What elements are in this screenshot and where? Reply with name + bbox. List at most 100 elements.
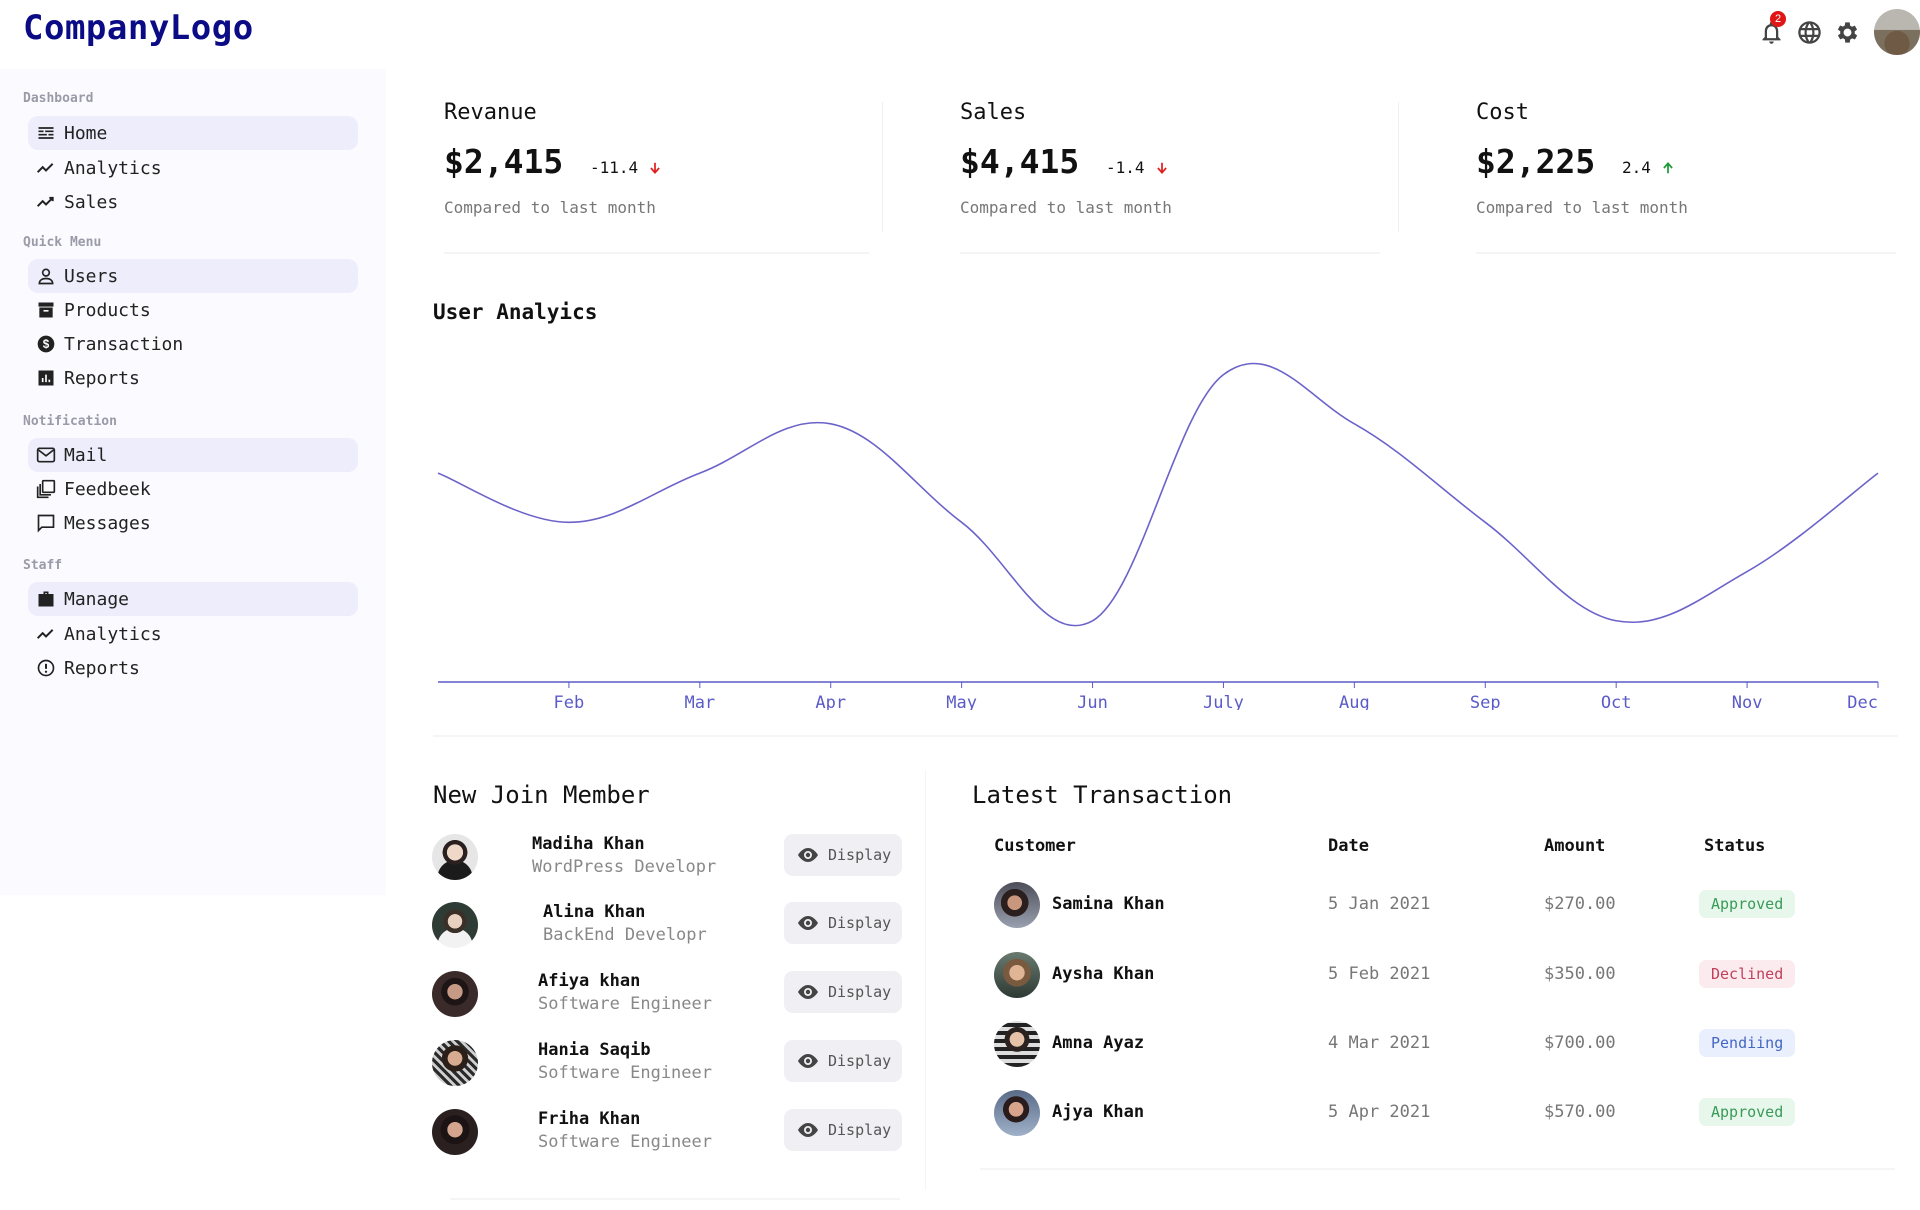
x-axis-tick-label: Oct	[1601, 693, 1632, 710]
language-button[interactable]	[1790, 13, 1828, 51]
briefcase-icon	[38, 591, 54, 607]
member-item: Madiha Khan WordPress Developr Display	[432, 832, 902, 886]
x-axis-tick-label: Feb	[554, 693, 585, 710]
card-shadow	[960, 252, 1380, 254]
metric-change-value: -11.4	[590, 158, 639, 177]
customer-name: Amna Ayaz	[1052, 1033, 1145, 1053]
member-name: Friha Khan	[538, 1109, 641, 1129]
display-button[interactable]: Display	[784, 1109, 902, 1151]
column-header-date: Date	[1328, 836, 1369, 856]
sidebar-item-label: Mail	[64, 444, 108, 466]
transaction-amount: $270.00	[1544, 894, 1616, 914]
table-row: Amna Ayaz 4 Mar 2021 $700.00 Pendiing	[994, 1021, 1796, 1077]
display-button[interactable]: Display	[784, 834, 902, 876]
sidebar-item-feedbeek[interactable]: Feedbeek	[28, 472, 358, 506]
metric-change: -1.4	[1106, 158, 1169, 177]
sidebar-item-transaction[interactable]: $ Transaction	[28, 327, 358, 361]
home-icon	[38, 127, 54, 139]
member-item: Afiya khan Software Engineer Display	[432, 969, 902, 1023]
transaction-amount: $350.00	[1544, 964, 1616, 984]
member-avatar	[432, 902, 478, 948]
notification-button[interactable]: 2	[1752, 11, 1790, 51]
metric-compare: Compared to last month	[960, 198, 1172, 217]
x-axis-tick-label: Nov	[1732, 693, 1763, 710]
member-name: Afiya khan	[538, 971, 641, 991]
globe-icon	[1797, 20, 1821, 44]
column-header-amount: Amount	[1544, 836, 1606, 856]
sidebar-item-users[interactable]: Users	[28, 259, 358, 293]
member-name: Hania Saqib	[538, 1040, 651, 1060]
display-button[interactable]: Display	[784, 1040, 902, 1082]
member-name: Madiha Khan	[532, 834, 645, 854]
column-header-status: Status	[1704, 836, 1766, 856]
sidebar-item-label: Analytics	[64, 157, 162, 179]
panel-divider	[925, 770, 926, 1190]
chat-icon	[37, 514, 55, 533]
notification-badge: 2	[1770, 11, 1786, 27]
series-line	[437, 362, 1879, 627]
metric-title: Cost	[1476, 100, 1529, 125]
top-icons: 2	[1752, 8, 1920, 56]
library-icon	[36, 479, 56, 499]
settings-button[interactable]	[1828, 13, 1866, 51]
sidebar-item-label: Products	[64, 299, 151, 321]
metric-divider	[882, 102, 883, 232]
display-button-label: Display	[828, 1052, 892, 1070]
sidebar-item-messages[interactable]: Messages	[28, 506, 358, 540]
sidebar-item-manage[interactable]: Manage	[28, 582, 358, 616]
table-row: Ajya Khan 5 Apr 2021 $570.00 Approved	[994, 1090, 1796, 1146]
sidebar-item-mail[interactable]: Mail	[28, 438, 358, 472]
trend-icon	[36, 163, 54, 173]
member-item: Hania Saqib Software Engineer Display	[432, 1038, 902, 1092]
sidebar-item-reports[interactable]: Reports	[28, 361, 358, 395]
sidebar: Dashboard Home Analytics Sales Quick Men…	[0, 69, 386, 895]
mail-icon	[36, 447, 56, 463]
eye-icon	[798, 916, 818, 930]
member-item: Alina Khan BackEnd Developr Display	[432, 900, 902, 954]
sidebar-section-title: Quick Menu	[23, 235, 102, 250]
table-row: Aysha Khan 5 Feb 2021 $350.00 Declined	[994, 952, 1796, 1008]
member-role: BackEnd Developr	[543, 925, 707, 945]
metric-card-revenue: Revanue $2,415 -11.4 Compared to last mo…	[444, 100, 874, 250]
member-role: Software Engineer	[538, 1132, 712, 1152]
sidebar-item-sales[interactable]: Sales	[28, 185, 358, 219]
member-role: Software Engineer	[538, 994, 712, 1014]
sidebar-item-products[interactable]: Products	[28, 293, 358, 327]
x-axis-tick-label: Jun	[1077, 693, 1108, 710]
sidebar-item-analytics[interactable]: Analytics	[28, 151, 358, 185]
chart-shadow	[433, 735, 1898, 737]
transactions-shadow	[980, 1168, 1895, 1170]
sidebar-item-label: Reports	[64, 367, 140, 389]
sidebar-item-label: Reports	[64, 657, 140, 679]
user-analytics-chart: Feb Mar Apr May Jun July Aug Sep Oct Nov Dec	[430, 330, 1900, 713]
company-logo[interactable]: CompanyLogo	[23, 8, 254, 48]
metric-change: 2.4	[1622, 158, 1675, 177]
display-button[interactable]: Display	[784, 902, 902, 944]
sidebar-section-title: Notification	[23, 414, 117, 429]
members-title: New Join Member	[433, 781, 650, 809]
sidebar-item-staff-analytics[interactable]: Analytics	[28, 617, 358, 651]
member-name: Alina Khan	[543, 902, 646, 922]
alert-icon	[37, 659, 55, 677]
metric-value: $2,225	[1476, 142, 1596, 181]
transaction-amount: $700.00	[1544, 1033, 1616, 1053]
members-shadow	[450, 1198, 900, 1200]
metric-value: $4,415	[960, 142, 1080, 181]
x-axis-tick-label: May	[946, 693, 977, 710]
display-button[interactable]: Display	[784, 971, 902, 1013]
display-button-label: Display	[828, 914, 892, 932]
line-chart-svg: Feb Mar Apr May Jun July Aug Sep Oct Nov Dec	[437, 362, 1879, 713]
member-role: WordPress Developr	[532, 857, 717, 877]
sidebar-item-home[interactable]: Home	[28, 116, 358, 150]
top-bar: CompanyLogo 2	[0, 0, 1920, 62]
sidebar-section-title: Staff	[23, 558, 63, 573]
customer-name: Samina Khan	[1052, 894, 1165, 914]
user-avatar[interactable]	[1874, 9, 1920, 55]
member-avatar	[432, 1040, 478, 1086]
eye-icon	[798, 848, 818, 862]
trend-icon	[36, 196, 54, 207]
customer-avatar	[994, 882, 1040, 928]
sidebar-item-staff-reports[interactable]: Reports	[28, 651, 358, 685]
sidebar-item-label: Analytics	[64, 623, 162, 645]
sidebar-item-label: Users	[64, 265, 119, 287]
